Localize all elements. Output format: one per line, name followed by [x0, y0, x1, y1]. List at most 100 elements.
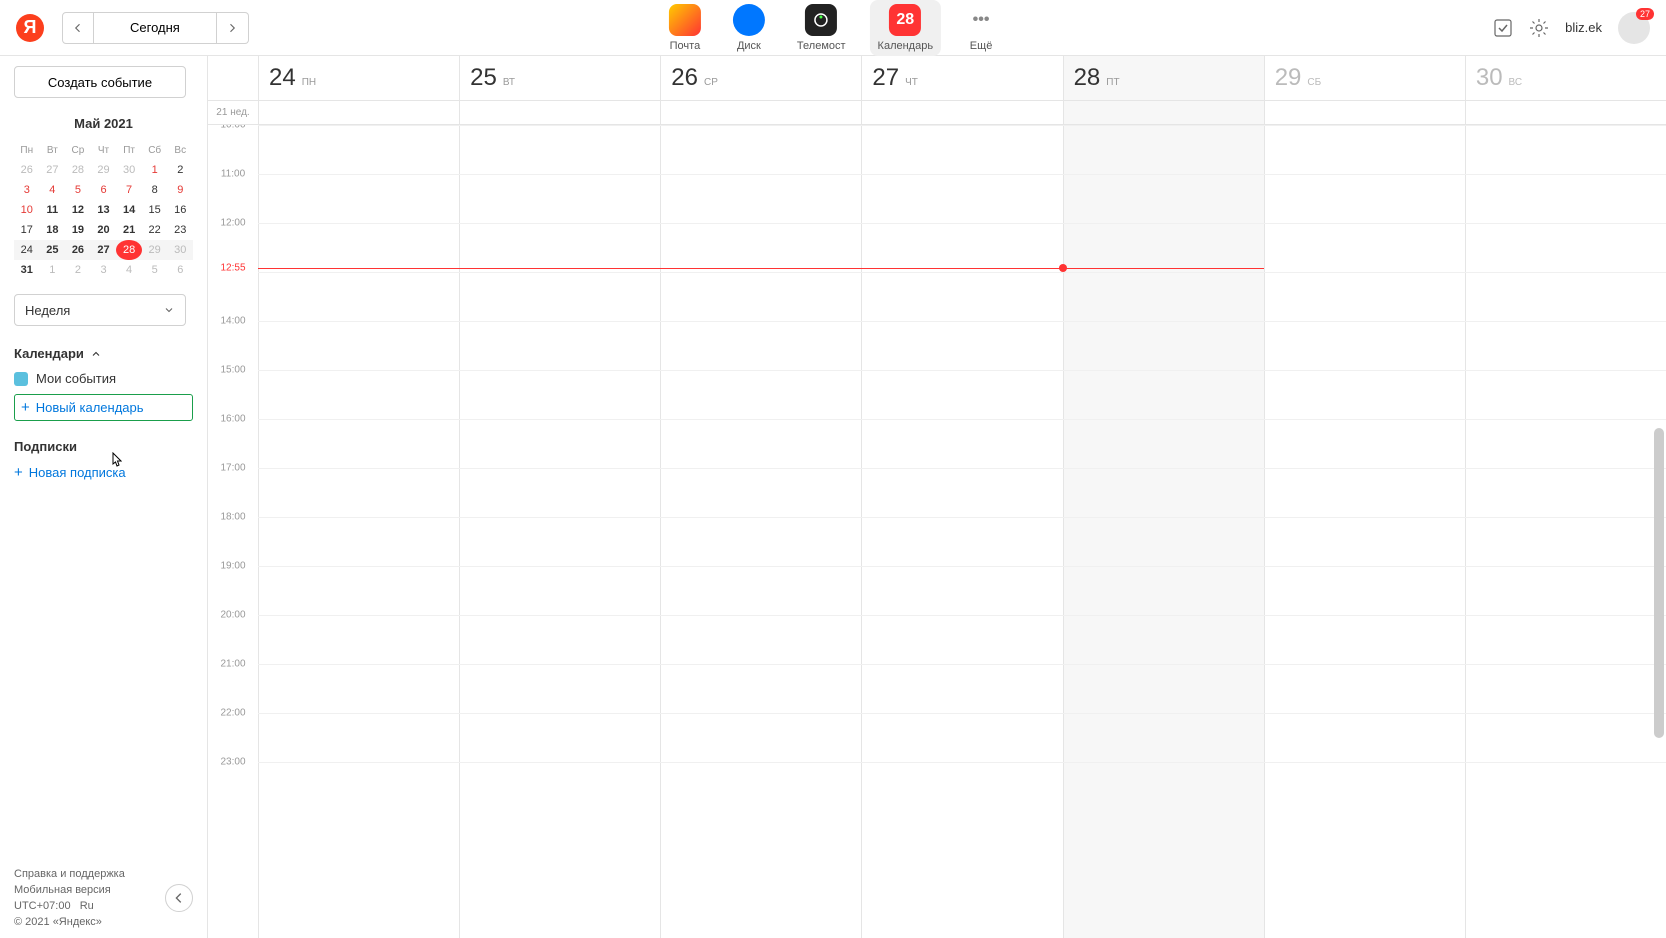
cal-icon: 28 [889, 4, 921, 36]
mini-calendar-day[interactable]: 26 [14, 160, 40, 180]
calendars-section-header[interactable]: Календари [14, 346, 193, 361]
calendar-item-my-events[interactable]: Мои события [14, 371, 193, 386]
mini-calendar-day[interactable]: 5 [65, 180, 91, 200]
mini-calendar-day[interactable]: 8 [142, 180, 168, 200]
mini-calendar-day[interactable]: 24 [14, 240, 40, 260]
day-column[interactable] [1063, 125, 1264, 938]
allday-slot[interactable] [1465, 101, 1666, 124]
scrollbar-thumb[interactable] [1654, 428, 1664, 738]
mini-calendar-day[interactable]: 22 [142, 220, 168, 240]
mobile-link[interactable]: Мобильная версия [14, 884, 111, 896]
now-label: 12:55 [208, 263, 258, 274]
allday-slot[interactable] [258, 101, 459, 124]
mini-calendar-day[interactable]: 1 [40, 260, 66, 280]
allday-slot[interactable] [1264, 101, 1465, 124]
view-select[interactable]: Неделя [14, 294, 186, 326]
mini-calendar-day[interactable]: 9 [167, 180, 193, 200]
day-header[interactable]: 27ЧТ [861, 56, 1062, 100]
mini-calendar-day[interactable]: 4 [40, 180, 66, 200]
mini-calendar-day[interactable]: 10 [14, 200, 40, 220]
mini-calendar-day[interactable]: 16 [167, 200, 193, 220]
day-header[interactable]: 25ВТ [459, 56, 660, 100]
day-column[interactable] [258, 125, 459, 938]
mini-calendar-day[interactable]: 6 [91, 180, 117, 200]
mini-calendar-day[interactable]: 20 [91, 220, 117, 240]
day-header[interactable]: 24ПН [258, 56, 459, 100]
mini-calendar-day[interactable]: 6 [167, 260, 193, 280]
disk-icon [733, 4, 765, 36]
mini-calendar-day[interactable]: 14 [116, 200, 142, 220]
mini-calendar-day[interactable]: 5 [142, 260, 168, 280]
day-header[interactable]: 29СБ [1264, 56, 1465, 100]
day-column[interactable] [861, 125, 1062, 938]
collapse-sidebar-button[interactable] [165, 884, 193, 912]
mini-calendar-day[interactable]: 27 [40, 160, 66, 180]
create-event-button[interactable]: Создать событие [14, 66, 186, 98]
day-header[interactable]: 28ПТ [1063, 56, 1264, 100]
help-link[interactable]: Справка и поддержка [14, 868, 125, 880]
hour-label: 21:00 [208, 659, 258, 670]
mini-calendar-day[interactable]: 27 [91, 240, 117, 260]
new-calendar-button[interactable]: + Новый календарь [14, 394, 193, 421]
day-column[interactable] [1264, 125, 1465, 938]
mini-calendar-day[interactable]: 7 [116, 180, 142, 200]
time-grid[interactable]: 10:0011:0012:0014:0015:0016:0017:0018:00… [208, 125, 1666, 938]
mini-calendar-day[interactable]: 19 [65, 220, 91, 240]
day-column[interactable] [1465, 125, 1666, 938]
calendar-checkbox[interactable] [14, 372, 28, 386]
allday-slot[interactable] [660, 101, 861, 124]
mini-calendar-day[interactable]: 25 [40, 240, 66, 260]
mini-calendar-day[interactable]: 29 [91, 160, 117, 180]
service-mail[interactable]: Почта [661, 0, 709, 56]
allday-slot[interactable] [1063, 101, 1264, 124]
yandex-logo[interactable]: Я [16, 14, 44, 42]
mini-calendar-day[interactable]: 11 [40, 200, 66, 220]
service-tele[interactable]: Телемост [789, 0, 854, 56]
chevron-down-icon [163, 304, 175, 316]
mini-calendar-day[interactable]: 3 [91, 260, 117, 280]
mini-calendar-day[interactable]: 15 [142, 200, 168, 220]
day-column[interactable] [660, 125, 861, 938]
mini-calendar-day[interactable]: 28 [116, 240, 142, 260]
mini-calendar-day[interactable]: 2 [65, 260, 91, 280]
gear-icon[interactable] [1529, 18, 1549, 38]
timezone-link[interactable]: UTC+07:00 [14, 900, 71, 912]
mini-calendar-day[interactable]: 30 [116, 160, 142, 180]
new-subscription-button[interactable]: + Новая подписка [14, 464, 193, 481]
mini-calendar-day[interactable]: 30 [167, 240, 193, 260]
weekday-header: Ср [65, 141, 91, 160]
service-more[interactable]: •••Ещё [957, 0, 1005, 56]
today-button[interactable]: Сегодня [94, 12, 217, 44]
weekday-header: Пт [116, 141, 142, 160]
mini-calendar-day[interactable]: 28 [65, 160, 91, 180]
mini-calendar-day[interactable]: 4 [116, 260, 142, 280]
allday-slot[interactable] [861, 101, 1062, 124]
username[interactable]: bliz.ek [1565, 20, 1602, 35]
scrollbar[interactable] [1654, 182, 1664, 938]
avatar[interactable]: 27 [1618, 12, 1650, 44]
mini-calendar-day[interactable]: 26 [65, 240, 91, 260]
mini-calendar-day[interactable]: 12 [65, 200, 91, 220]
mini-calendar-day[interactable]: 13 [91, 200, 117, 220]
mini-calendar-day[interactable]: 1 [142, 160, 168, 180]
mini-calendar-day[interactable]: 3 [14, 180, 40, 200]
mini-calendar-day[interactable]: 31 [14, 260, 40, 280]
more-icon: ••• [965, 4, 997, 36]
mini-calendar-day[interactable]: 21 [116, 220, 142, 240]
service-cal[interactable]: 28Календарь [870, 0, 942, 56]
day-header[interactable]: 30ВС [1465, 56, 1666, 100]
mini-calendar-day[interactable]: 17 [14, 220, 40, 240]
day-header[interactable]: 26СР [660, 56, 861, 100]
mini-calendar-day[interactable]: 29 [142, 240, 168, 260]
mini-calendar-day[interactable]: 23 [167, 220, 193, 240]
checkmark-icon[interactable] [1493, 18, 1513, 38]
day-column[interactable] [459, 125, 660, 938]
mini-calendar-month: Май 2021 [14, 116, 193, 131]
service-disk[interactable]: Диск [725, 0, 773, 56]
next-button[interactable] [217, 12, 249, 44]
mini-calendar-day[interactable]: 2 [167, 160, 193, 180]
prev-button[interactable] [62, 12, 94, 44]
mini-calendar-day[interactable]: 18 [40, 220, 66, 240]
language-link[interactable]: Ru [80, 900, 94, 912]
allday-slot[interactable] [459, 101, 660, 124]
